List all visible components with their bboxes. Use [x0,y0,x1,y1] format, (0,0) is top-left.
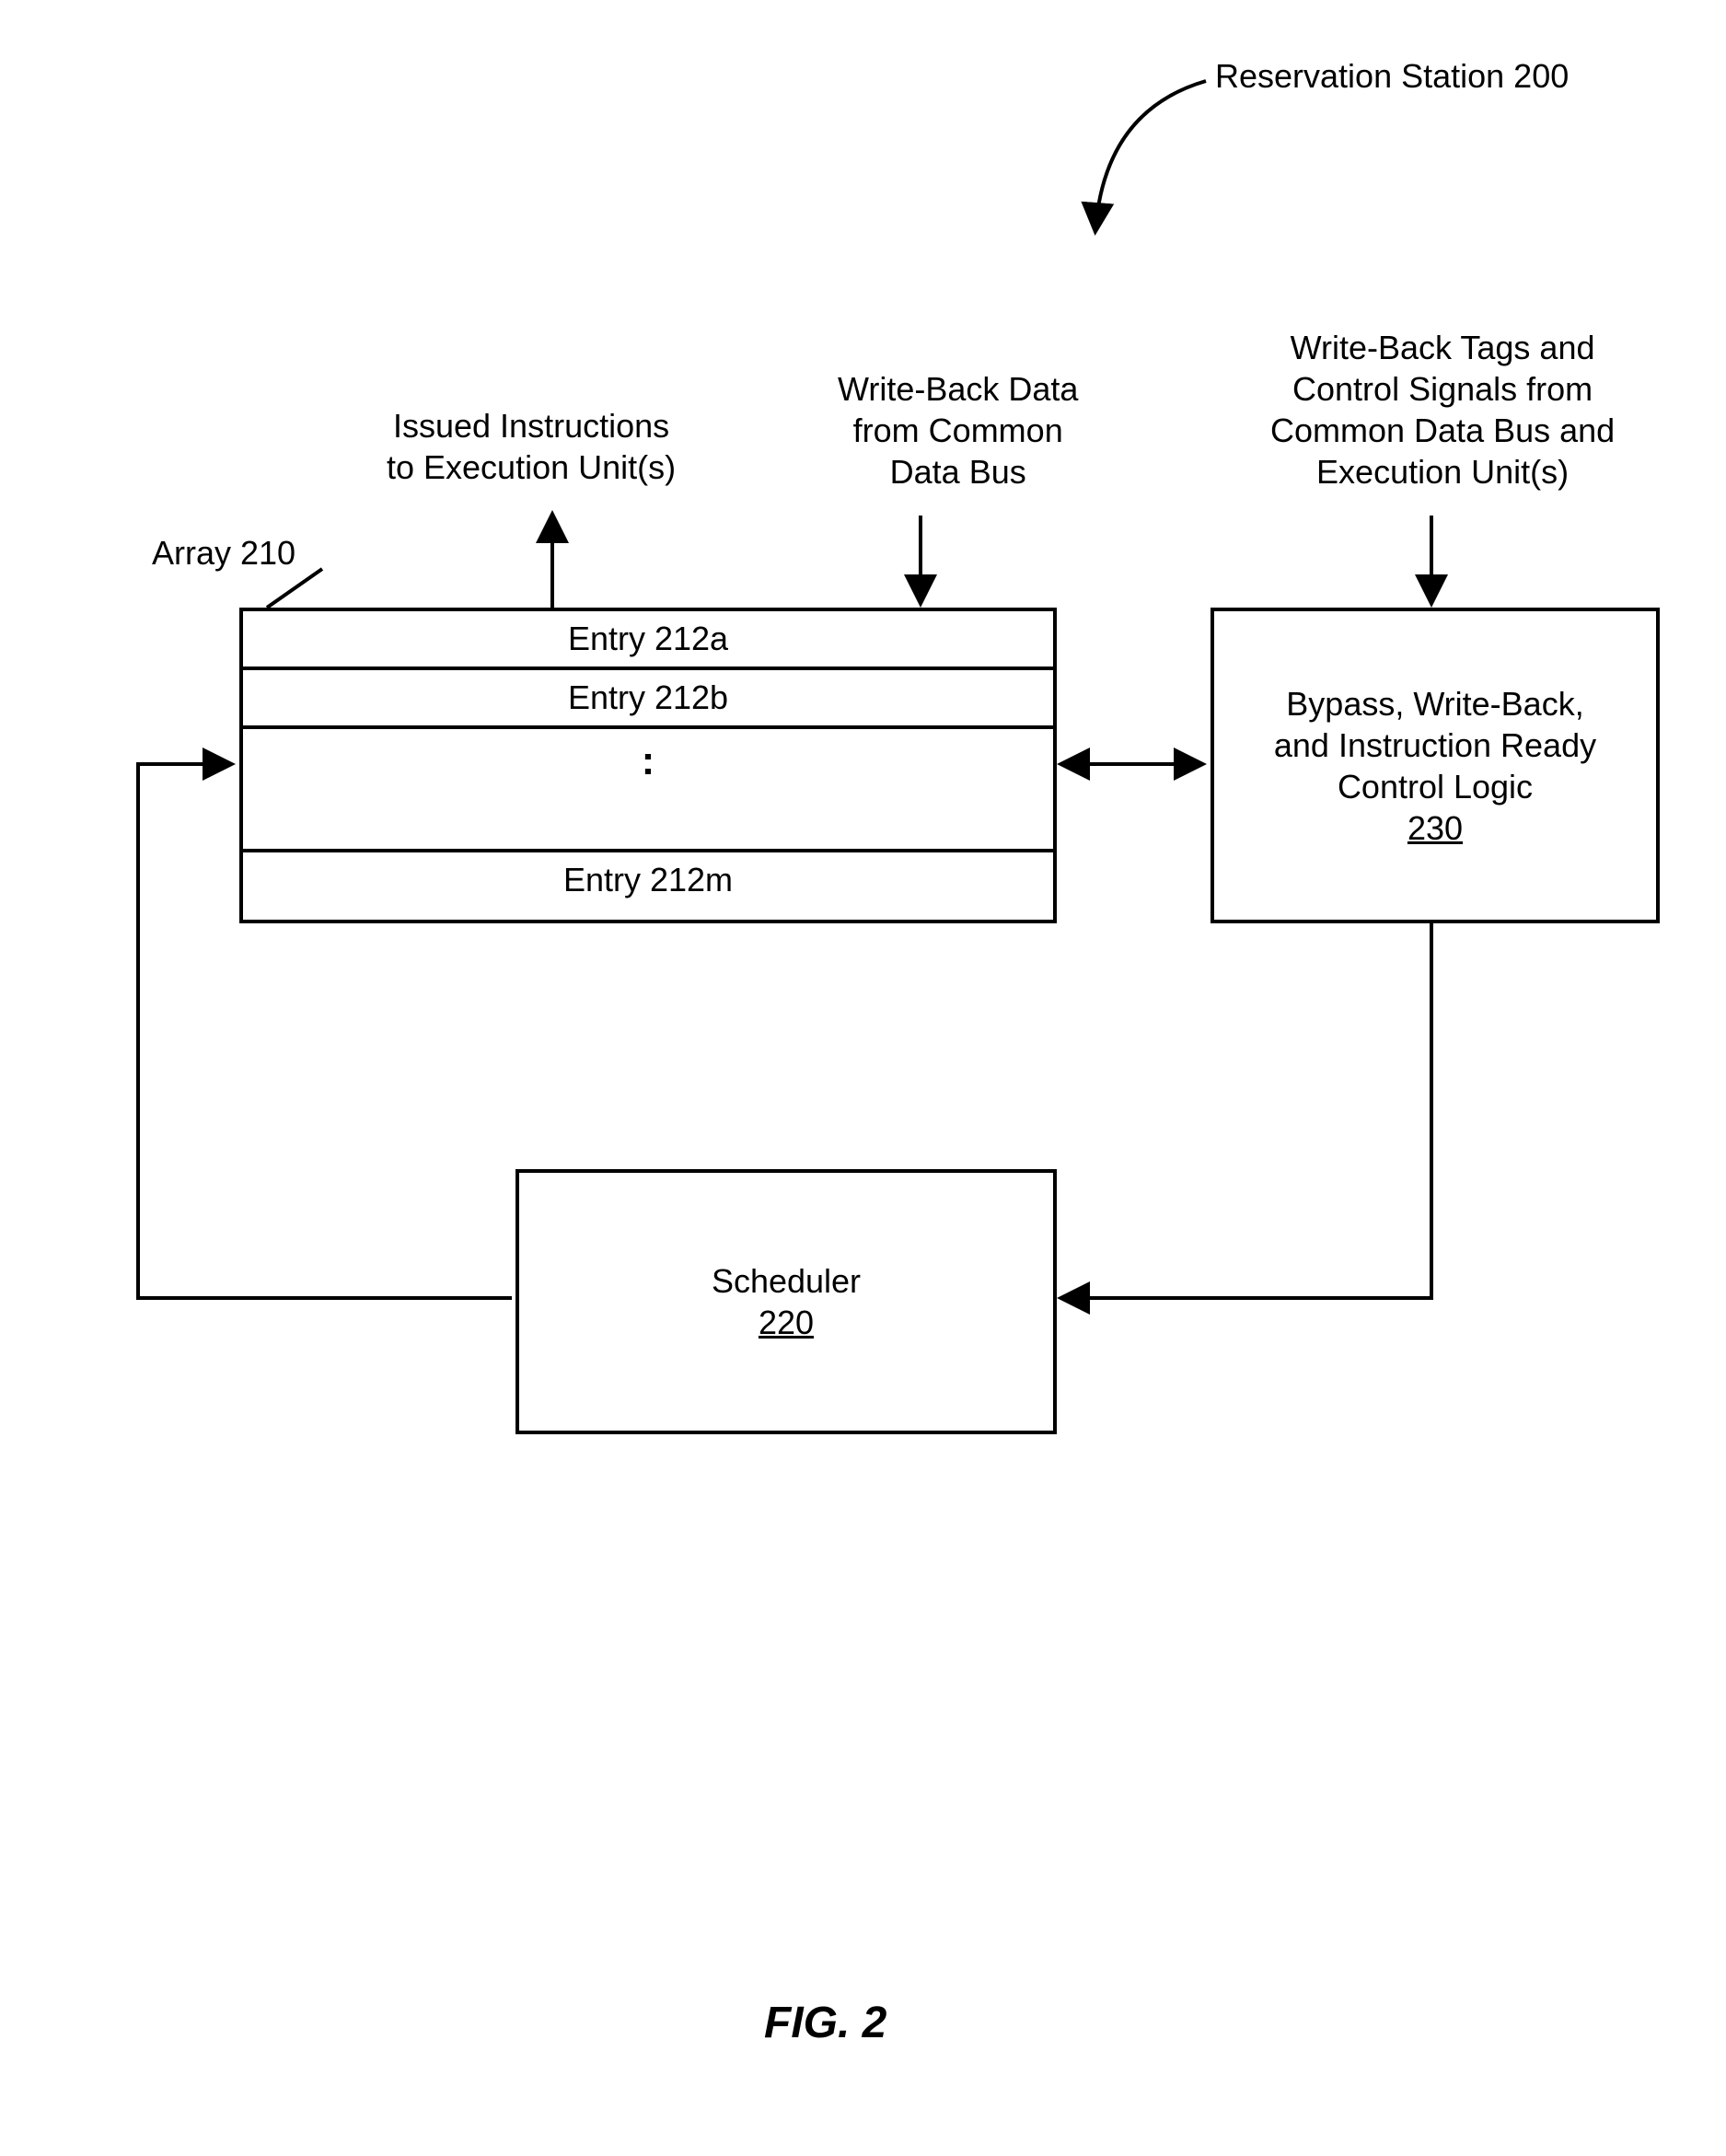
connectors-svg [0,0,1726,2156]
vertical-dots-icon: : [642,738,655,784]
array-entry: Entry 212b [243,670,1053,729]
issued-instructions-label: Issued Instructions to Execution Unit(s) [387,405,676,488]
control-logic-box: Bypass, Write-Back, and Instruction Read… [1211,608,1660,923]
scheduler-ref: 220 [759,1302,814,1343]
control-logic-line: and Instruction Ready [1274,724,1596,766]
array-entry: Entry 212a [243,611,1053,670]
diagram-title: Reservation Station 200 [1215,55,1569,97]
control-logic-ref: 230 [1407,807,1463,849]
figure-caption: FIG. 2 [764,1998,886,2048]
array-entry: Entry 212m [243,852,1053,908]
writeback-tags-label: Write-Back Tags and Control Signals from… [1270,327,1615,493]
array-ellipsis-row: : [243,729,1053,852]
writeback-data-label: Write-Back Data from Common Data Bus [838,368,1078,493]
scheduler-name: Scheduler [712,1260,861,1302]
control-logic-line: Control Logic [1338,766,1533,807]
array-box: Entry 212a Entry 212b : Entry 212m [239,608,1057,923]
array-label: Array 210 [152,532,295,574]
scheduler-box: Scheduler 220 [515,1169,1057,1434]
control-logic-line: Bypass, Write-Back, [1286,683,1583,724]
